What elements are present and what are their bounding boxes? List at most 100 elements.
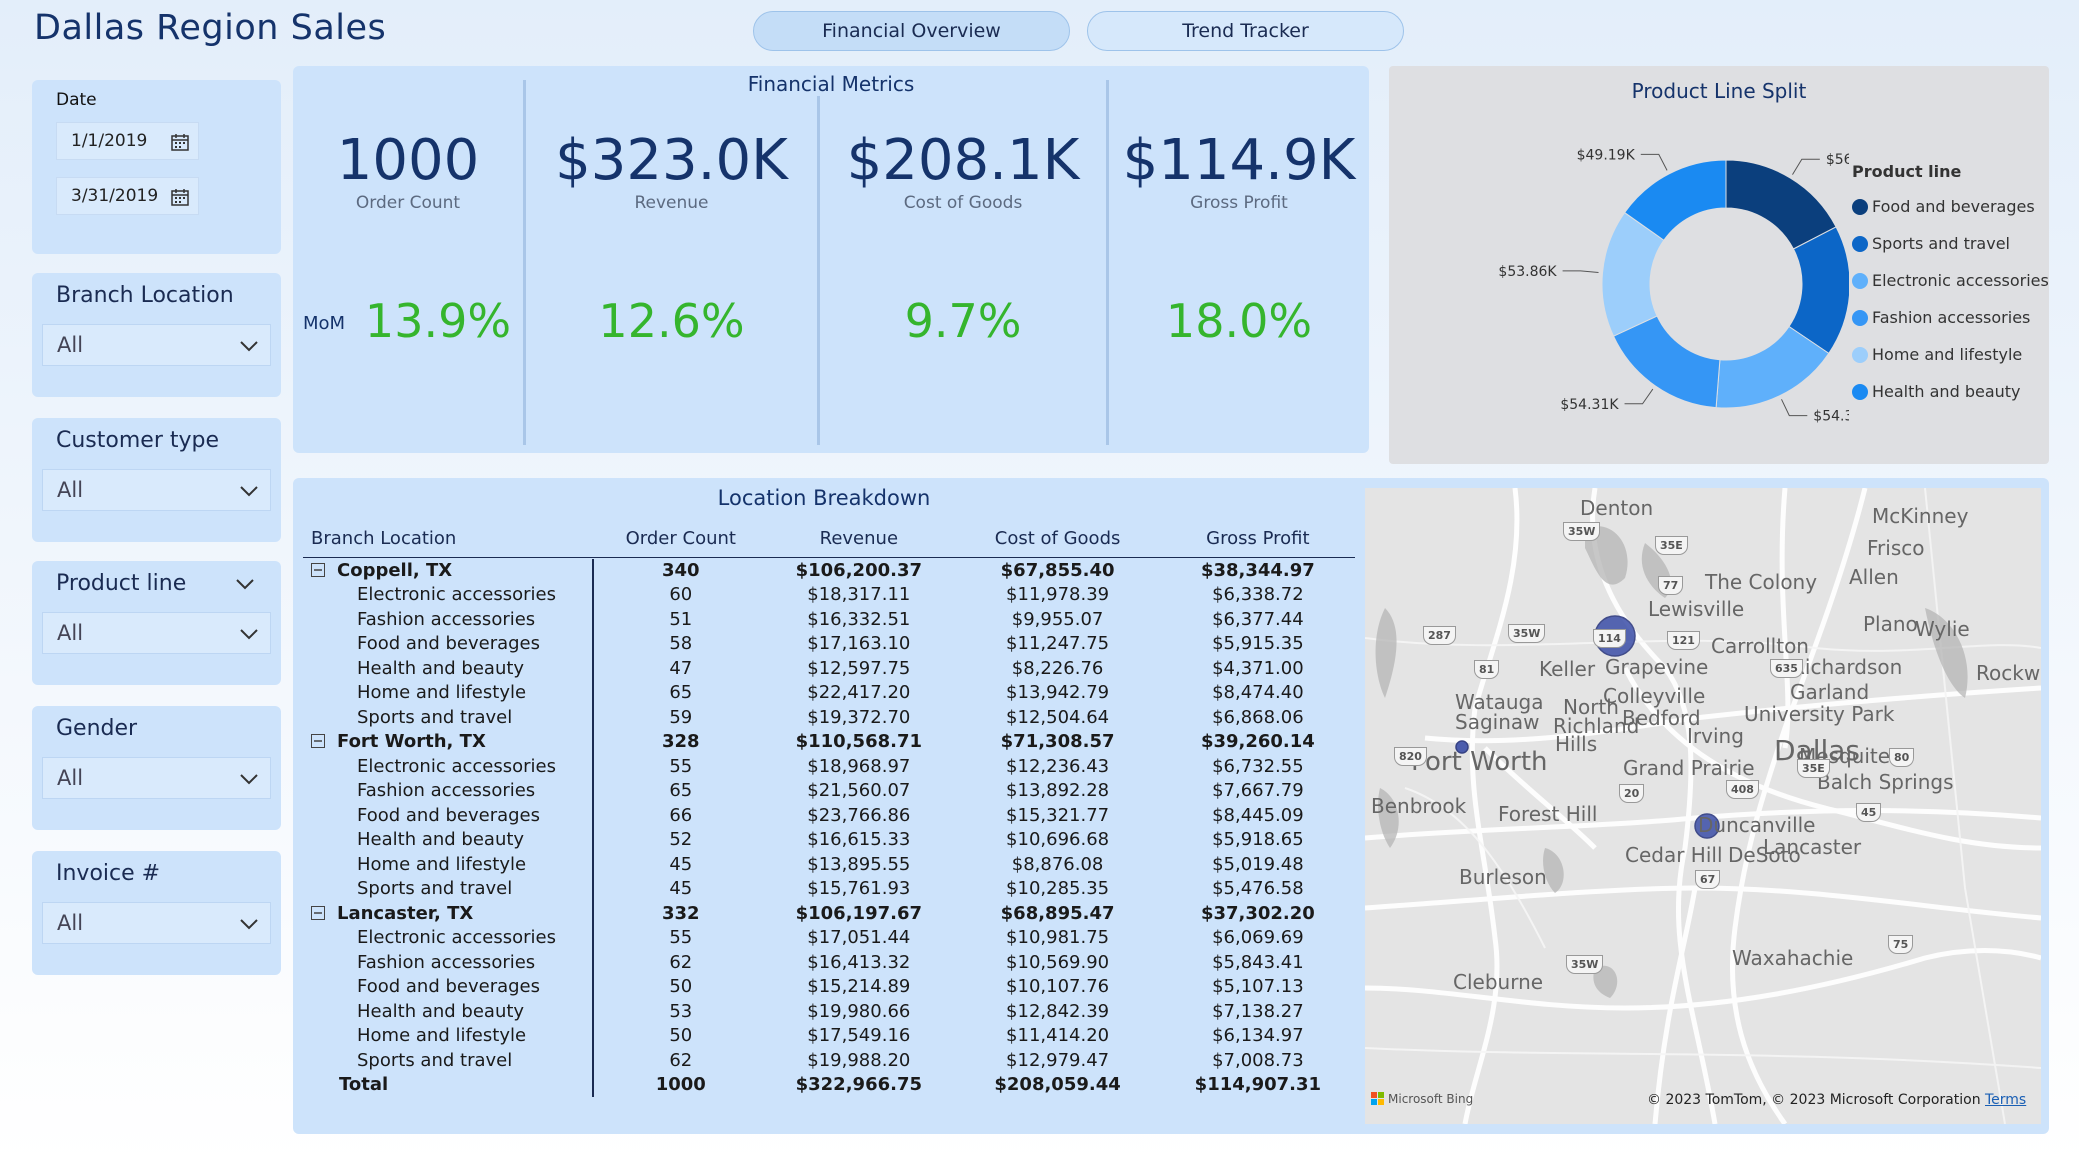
- total-value: $208,059.44: [994, 1074, 1121, 1096]
- kpi-label: Revenue: [634, 193, 709, 213]
- cell-revenue: $106,197.67: [795, 902, 923, 924]
- row-label: Sports and travel: [357, 1049, 513, 1071]
- table-row[interactable]: Home and lifestyle 50 $17,549.16 $11,414.20…: [303, 1024, 1355, 1049]
- table-row[interactable]: Health and beauty 52 $16,615.33 $10,696.68 $…: [303, 828, 1355, 853]
- calendar-icon[interactable]: [170, 132, 190, 152]
- map-city-label: Cedar Hill: [1625, 843, 1723, 867]
- table-row[interactable]: Electronic accessories 55 $17,051.44 $10,98…: [303, 926, 1355, 951]
- row-value: $15,761.93: [807, 878, 911, 900]
- highway-shield: 35E: [1655, 536, 1688, 555]
- table-row-group[interactable]: Lancaster, TX 332 $106,197.67 $68,895.47 $37…: [303, 901, 1355, 926]
- row-value: $15,321.77: [1006, 804, 1110, 826]
- invoice-dropdown-value: All: [57, 911, 84, 935]
- table-row[interactable]: Electronic accessories 55 $18,968.97 $12,23…: [303, 754, 1355, 779]
- row-value: 65: [669, 682, 693, 704]
- col-header[interactable]: Order Count: [598, 519, 763, 558]
- data-label: $54.31K: [1560, 397, 1619, 413]
- product-line-dropdown[interactable]: All: [42, 612, 271, 654]
- end-date-input[interactable]: 3/31/2019: [56, 177, 199, 215]
- data-label: $49.19K: [1577, 147, 1636, 163]
- total-value: $114,907.31: [1194, 1074, 1322, 1096]
- invoice-slicer: Invoice # All: [32, 851, 281, 975]
- table-row[interactable]: Fashion accessories 65 $21,560.07 $13,892.2…: [303, 779, 1355, 804]
- branch-dropdown-value: All: [57, 333, 84, 357]
- mom-label: MoM: [303, 313, 346, 334]
- kpi-mom: 9.7%: [820, 294, 1106, 348]
- map-city-label: Fort Worth: [1411, 747, 1548, 777]
- breakdown-table: Branch Location Order Count Revenue Cost…: [303, 519, 1355, 1097]
- row-label: Fashion accessories: [357, 951, 536, 973]
- product-line-dropdown-value: All: [57, 621, 84, 645]
- table-row[interactable]: Sports and travel 45 $15,761.93 $10,285.35 $…: [303, 877, 1355, 902]
- map-city-label: Waxahachie: [1732, 946, 1854, 970]
- row-value: $6,732.55: [1212, 755, 1304, 777]
- chevron-down-icon[interactable]: [234, 573, 256, 595]
- row-value: $16,413.32: [807, 951, 911, 973]
- legend-item[interactable]: Sports and travel: [1852, 225, 2049, 262]
- kpi-gross-profit: $114.9K Gross Profit: [1109, 128, 1369, 213]
- donut-slice[interactable]: [1612, 315, 1721, 409]
- legend-label: Fashion accessories: [1872, 308, 2031, 327]
- collapse-icon[interactable]: [311, 734, 325, 749]
- data-label: $56.14K: [1826, 152, 1849, 168]
- col-header[interactable]: Revenue: [763, 519, 954, 558]
- gender-dropdown[interactable]: All: [42, 757, 271, 799]
- table-row[interactable]: Food and beverages 58 $17,163.10 $11,247.75…: [303, 632, 1355, 657]
- legend-item[interactable]: Food and beverages: [1852, 188, 2049, 225]
- row-value: $6,338.72: [1212, 584, 1304, 606]
- table-row[interactable]: Health and beauty 53 $19,980.66 $12,842.39 $…: [303, 999, 1355, 1024]
- donut-chart[interactable]: $56.14K$55.12K$54.34K$54.31K$53.86K$49.1…: [1389, 66, 1849, 464]
- kpi-order-count: 1000 Order Count: [293, 128, 523, 213]
- table-row[interactable]: Home and lifestyle 45 $13,895.55 $8,876.08 $…: [303, 852, 1355, 877]
- table-row-group[interactable]: Coppell, TX 340 $106,200.37 $67,855.40 $38,3…: [303, 558, 1355, 583]
- row-value: $19,988.20: [807, 1049, 911, 1071]
- table-row[interactable]: Food and beverages 50 $15,214.89 $10,107.76…: [303, 975, 1355, 1000]
- kpi-value: $323.0K: [555, 128, 788, 193]
- row-value: $11,414.20: [1006, 1025, 1110, 1047]
- start-date-input[interactable]: 1/1/2019: [56, 122, 199, 160]
- legend-item[interactable]: Home and lifestyle: [1852, 336, 2049, 373]
- table-row[interactable]: Food and beverages 66 $23,766.86 $15,321.77…: [303, 803, 1355, 828]
- map-visual[interactable]: Denton McKinney Frisco The Colony Allen Lewis…: [1365, 488, 2041, 1124]
- invoice-dropdown[interactable]: All: [42, 902, 271, 944]
- collapse-icon[interactable]: [311, 905, 325, 920]
- row-value: $6,134.97: [1212, 1025, 1304, 1047]
- tab-trend-tracker[interactable]: Trend Tracker: [1087, 11, 1404, 51]
- kpi-label: Cost of Goods: [903, 193, 1023, 213]
- table-row[interactable]: Electronic accessories 60 $18,317.11 $11,97…: [303, 583, 1355, 608]
- table-row[interactable]: Sports and travel 59 $19,372.70 $12,504.64 $…: [303, 705, 1355, 730]
- legend-item[interactable]: Electronic accessories: [1852, 262, 2049, 299]
- legend-marker: [1852, 272, 1868, 289]
- calendar-icon[interactable]: [170, 187, 190, 207]
- tab-financial-overview[interactable]: Financial Overview: [753, 11, 1070, 51]
- table-row[interactable]: Sports and travel 62 $19,988.20 $12,979.47 $…: [303, 1048, 1355, 1073]
- table-row[interactable]: Fashion accessories 62 $16,413.32 $10,569.9…: [303, 950, 1355, 975]
- kpi-mom: 18.0%: [1109, 294, 1369, 348]
- table-row[interactable]: Home and lifestyle 65 $22,417.20 $13,942.79…: [303, 681, 1355, 706]
- table-row-group[interactable]: Fort Worth, TX 328 $110,568.71 $71,308.57 $3…: [303, 730, 1355, 755]
- col-header[interactable]: Gross Profit: [1161, 519, 1355, 558]
- customer-type-dropdown[interactable]: All: [42, 469, 271, 511]
- row-value: $15,214.89: [807, 976, 911, 998]
- table-row[interactable]: Fashion accessories 51 $16,332.51 $9,955.07…: [303, 607, 1355, 632]
- row-value: 55: [669, 927, 693, 949]
- row-value: $5,915.35: [1212, 633, 1304, 655]
- highway-shield: 35W: [1508, 624, 1546, 643]
- table-row[interactable]: Health and beauty 47 $12,597.75 $8,226.76 $4…: [303, 656, 1355, 681]
- row-value: $5,107.13: [1212, 976, 1304, 998]
- legend-item[interactable]: Health and beauty: [1852, 373, 2049, 410]
- branch-dropdown[interactable]: All: [42, 324, 271, 366]
- terms-link[interactable]: Terms: [1985, 1092, 2026, 1108]
- col-header[interactable]: Branch Location: [303, 519, 598, 558]
- highway-shield: 408: [1726, 780, 1759, 799]
- group-name: Coppell, TX: [337, 559, 453, 581]
- map-city-label: Keller: [1539, 657, 1596, 681]
- row-label: Electronic accessories: [357, 927, 556, 949]
- microsoft-logo-icon: [1371, 1092, 1384, 1105]
- row-label: Electronic accessories: [357, 584, 556, 606]
- group-name: Lancaster, TX: [337, 902, 474, 924]
- row-value: 60: [669, 584, 693, 606]
- collapse-icon[interactable]: [311, 562, 325, 577]
- legend-item[interactable]: Fashion accessories: [1852, 299, 2049, 336]
- col-header[interactable]: Cost of Goods: [954, 519, 1160, 558]
